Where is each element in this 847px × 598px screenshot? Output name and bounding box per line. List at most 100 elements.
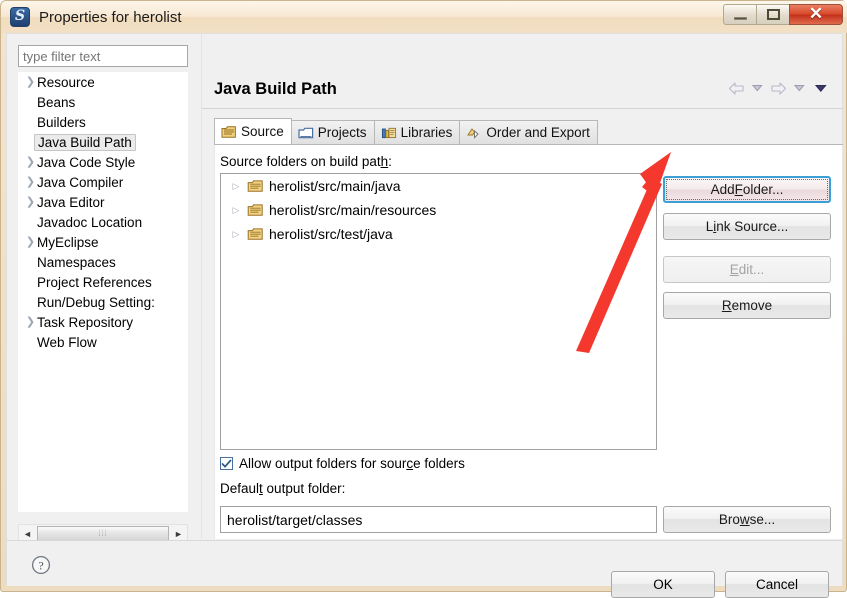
default-output-folder-label: Default output folder:: [220, 481, 345, 496]
source-folder-row[interactable]: ▷ herolist/src/main/resources: [221, 198, 656, 222]
browse-label-mnemonic: w: [739, 512, 750, 527]
allow-output-label-part2: e folders: [413, 456, 465, 471]
tree-item-label: Namespaces: [37, 254, 116, 270]
tree-item-java-editor[interactable]: ❯ Java Editor: [18, 192, 188, 212]
tree-item-label: Builders: [37, 114, 86, 130]
filter-input[interactable]: [18, 45, 188, 67]
tree-item-javadoc-location[interactable]: Javadoc Location: [18, 212, 188, 232]
maximize-icon: [766, 9, 780, 20]
tab-projects[interactable]: Projects: [290, 120, 375, 144]
tree-item-beans[interactable]: Beans: [18, 92, 188, 112]
tree-item-label: Project References: [37, 274, 152, 290]
cancel-label: Cancel: [755, 577, 799, 592]
tree-item-myeclipse[interactable]: ❯ MyEclipse: [18, 232, 188, 252]
tree-item-label: Java Build Path: [34, 133, 136, 151]
default-output-folder-input[interactable]: [220, 506, 657, 533]
tab-libraries[interactable]: Libraries: [373, 120, 461, 144]
browse-label-part2: se...: [749, 512, 776, 527]
tree-item-label: MyEclipse: [37, 234, 99, 250]
tree-item-namespaces[interactable]: Namespaces: [18, 252, 188, 272]
chevron-right-icon: ❯: [25, 75, 36, 88]
help-question-icon[interactable]: ?: [31, 555, 51, 575]
tree-item-label: Task Repository: [37, 314, 134, 330]
maximize-button[interactable]: [756, 4, 790, 25]
ok-button[interactable]: OK: [611, 571, 715, 598]
tab-order-and-export[interactable]: Order and Export: [459, 120, 598, 144]
remove-label-part2: emove: [731, 298, 773, 313]
tree-item-label: Javadoc Location: [37, 214, 143, 230]
browse-button[interactable]: Bro w se...: [663, 506, 831, 533]
close-icon: ✕: [808, 4, 824, 23]
remove-button[interactable]: Remove: [663, 292, 831, 319]
tree-item-run-debug-settings[interactable]: Run/Debug Setting:: [18, 292, 188, 312]
chevron-right-icon: ❯: [25, 155, 36, 168]
window-title: Properties for herolist: [39, 8, 182, 26]
add-folder-label-part2: older...: [742, 182, 784, 197]
expand-triangle-icon[interactable]: ▷: [230, 229, 242, 240]
edit-button: Edit...: [663, 256, 831, 283]
tree-item-label: Web Flow: [37, 334, 97, 350]
cancel-button[interactable]: Cancel: [725, 571, 829, 598]
tab-source[interactable]: Source: [214, 118, 292, 144]
minimize-button[interactable]: [723, 4, 757, 25]
package-folder-icon: [247, 203, 264, 217]
allow-output-folders-checkbox[interactable]: [220, 457, 233, 470]
tree-item-task-repository[interactable]: ❯ Task Repository: [18, 312, 188, 332]
back-arrow-icon[interactable]: [727, 79, 746, 97]
tree-item-label: Run/Debug Setting:: [37, 294, 155, 310]
add-folder-button[interactable]: Add Folder...: [663, 176, 831, 203]
expand-triangle-icon[interactable]: ▷: [230, 205, 242, 216]
tree-item-java-build-path[interactable]: Java Build Path: [18, 132, 188, 152]
project-folder-icon: [298, 126, 314, 140]
tree-item-label: Resource: [37, 74, 95, 90]
order-export-icon: [466, 126, 482, 140]
window-controls: ✕: [723, 4, 843, 26]
tree-item-resource[interactable]: ❯ Resource: [18, 72, 188, 92]
add-folder-label-mnemonic: F: [734, 182, 743, 197]
back-dropdown-chevron-down-icon[interactable]: [748, 79, 767, 97]
preferences-tree[interactable]: ❯ Resource Beans Builders Java Build Pat…: [18, 72, 188, 512]
remove-label-mnemonic: R: [721, 298, 732, 313]
edit-label-part2: dit...: [738, 262, 765, 277]
allow-output-folders-label: Allow output folders for source folders: [239, 456, 465, 471]
source-folders-label: Source folders on build path:: [220, 154, 392, 169]
package-folder-icon: [247, 179, 264, 193]
tree-item-java-code-style[interactable]: ❯ Java Code Style: [18, 152, 188, 172]
package-folder-icon: [221, 125, 237, 139]
tree-item-label: Java Code Style: [37, 154, 136, 170]
default-output-label-part1: Defaul: [220, 481, 260, 496]
page-title: Java Build Path: [214, 80, 337, 98]
add-folder-label-part1: Add: [710, 182, 735, 197]
pane-navigation: [727, 79, 830, 97]
link-source-button[interactable]: Li nk Source...: [663, 213, 831, 240]
source-folders-label-part2: :: [388, 154, 392, 169]
allow-output-folders-row[interactable]: Allow output folders for source folders: [220, 456, 465, 471]
chevron-right-icon: ❯: [25, 235, 36, 248]
tree-item-builders[interactable]: Builders: [18, 112, 188, 132]
browse-label-part1: Bro: [718, 512, 740, 527]
tree-item-project-references[interactable]: Project References: [18, 272, 188, 292]
close-button[interactable]: ✕: [789, 4, 843, 25]
header-separator: [202, 108, 843, 109]
dialog-client-area: ❯ Resource Beans Builders Java Build Pat…: [6, 33, 843, 598]
tree-item-web-flow[interactable]: Web Flow: [18, 332, 188, 352]
scrollbar-thumb[interactable]: ⦙⦙⦙: [37, 526, 169, 541]
forward-arrow-icon[interactable]: [769, 79, 788, 97]
source-folder-row[interactable]: ▷ herolist/src/test/java: [221, 222, 656, 246]
tree-item-java-compiler[interactable]: ❯ Java Compiler: [18, 172, 188, 192]
source-folder-row[interactable]: ▷ herolist/src/main/java: [221, 174, 656, 198]
package-folder-icon: [247, 227, 264, 241]
source-folders-list[interactable]: ▷ herolist/src/main/java ▷ herolist/src/…: [220, 173, 657, 450]
view-menu-chevron-down-icon[interactable]: [811, 79, 830, 97]
pane-divider: [201, 34, 202, 539]
forward-dropdown-chevron-down-icon[interactable]: [790, 79, 809, 97]
link-source-label-part2: nk Source...: [716, 219, 789, 234]
ok-label: OK: [653, 577, 673, 592]
dialog-footer: ? OK Cancel: [7, 540, 842, 598]
expand-triangle-icon[interactable]: ▷: [230, 181, 242, 192]
source-folder-path: herolist/src/test/java: [269, 226, 393, 242]
tab-label: Projects: [317, 125, 367, 140]
tree-item-label: Beans: [37, 94, 76, 110]
source-folders-label-mnemonic: h: [380, 154, 389, 169]
chevron-right-icon: ❯: [25, 315, 36, 328]
